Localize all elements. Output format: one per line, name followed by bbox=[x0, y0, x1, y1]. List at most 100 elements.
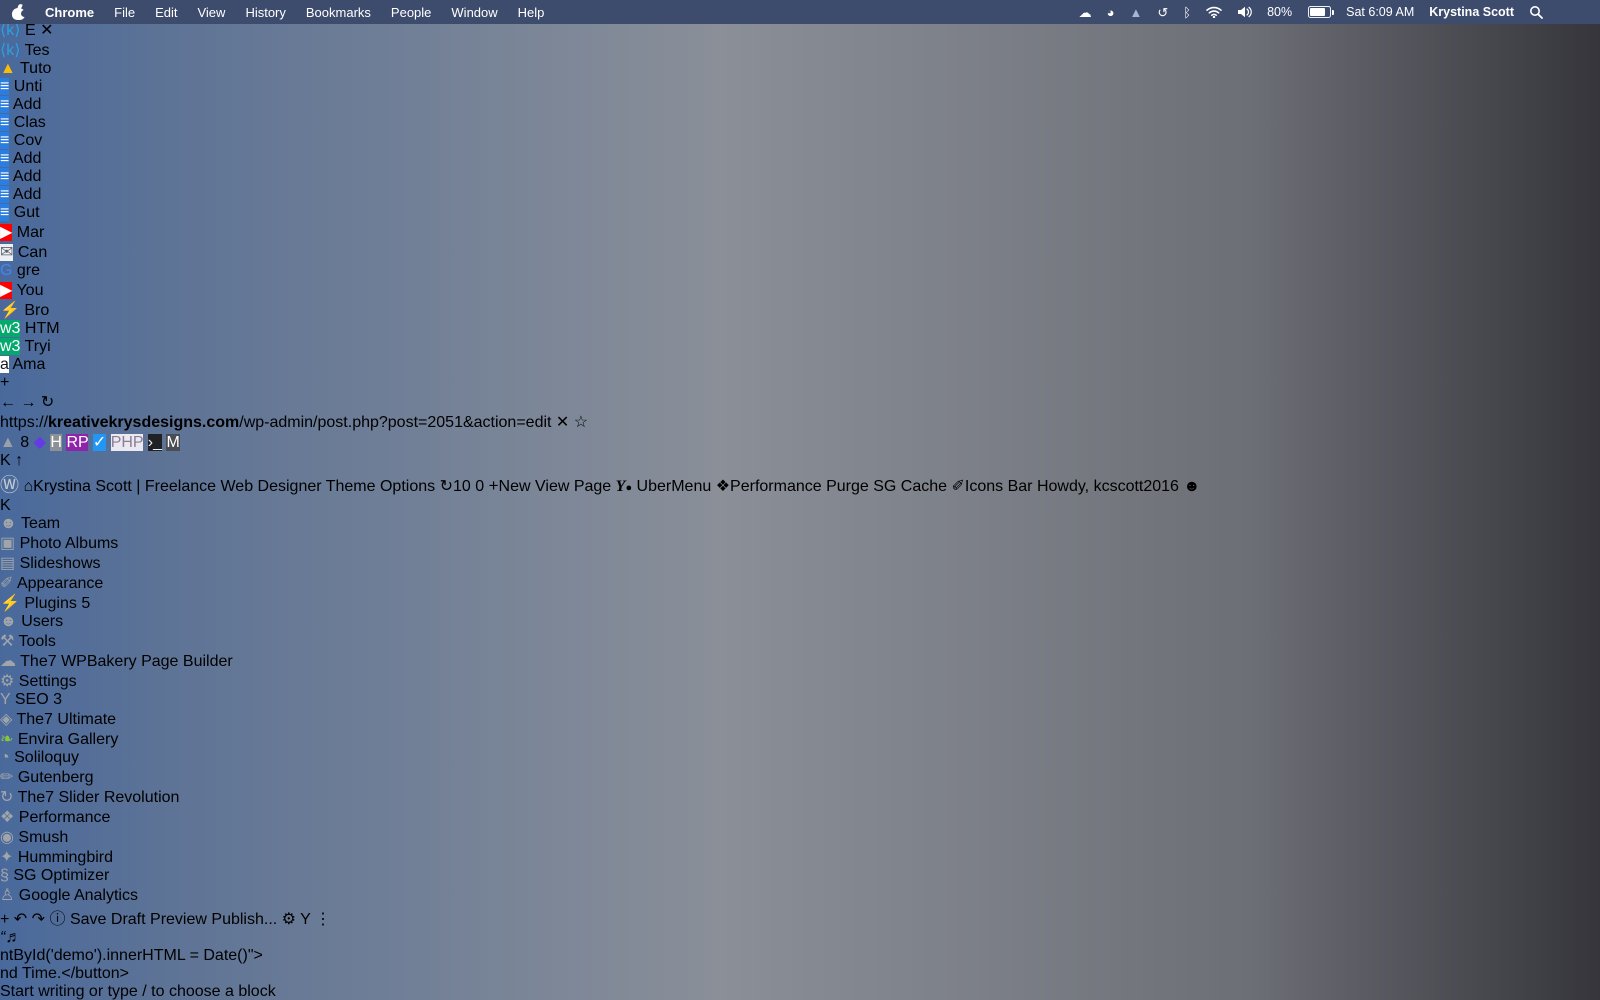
drive-extension-icon[interactable]: ▲ bbox=[0, 434, 20, 451]
browser-tab[interactable]: ≡ Add bbox=[0, 186, 1600, 204]
undo-button[interactable]: ↶ bbox=[14, 911, 27, 928]
block-placeholder-text[interactable]: Start writing or type / to choose a bloc… bbox=[0, 983, 1600, 1000]
sidebar-item-settings[interactable]: ⚙ Settings bbox=[0, 671, 1600, 691]
browser-tab[interactable]: w3 HTM bbox=[0, 320, 1600, 338]
browser-tab[interactable]: w3 Tryi bbox=[0, 338, 1600, 356]
browser-tab[interactable]: ≡ Add bbox=[0, 150, 1600, 168]
browser-tab[interactable]: a Ama bbox=[0, 356, 1600, 374]
browser-tab[interactable]: ▶ Mar bbox=[0, 222, 1600, 242]
settings-gear-button[interactable]: ⚙ bbox=[282, 911, 296, 928]
admin-bar-site-name[interactable]: ⌂Krystina Scott | Freelance Web Designer bbox=[23, 478, 321, 495]
sidebar-item-tools[interactable]: ⚒ Tools bbox=[0, 631, 1600, 651]
sidebar-item-slider-revolution[interactable]: ↻ The7 Slider Revolution bbox=[0, 787, 1600, 807]
sidebar-item-hummingbird[interactable]: ✦ Hummingbird bbox=[0, 847, 1600, 867]
browser-tab[interactable]: ≡ Gut bbox=[0, 204, 1600, 222]
menu-app-name[interactable]: Chrome bbox=[45, 5, 94, 20]
publish-button[interactable]: Publish... bbox=[211, 911, 277, 928]
admin-bar-performance[interactable]: ❖Performance bbox=[716, 478, 822, 495]
address-bar[interactable]: https://kreativekrysdesigns.com/wp-admin… bbox=[0, 412, 1600, 432]
browser-tab[interactable]: ✉ Can bbox=[0, 242, 1600, 262]
menu-item[interactable]: Bookmarks bbox=[306, 5, 371, 20]
apple-menu-icon[interactable] bbox=[12, 3, 28, 20]
adblock-extension-icon[interactable]: 8 bbox=[20, 434, 33, 451]
tab-close-icon[interactable]: ✕ bbox=[40, 22, 53, 39]
terminal-extension-icon[interactable]: ›_ bbox=[147, 434, 167, 451]
site-shield-icon[interactable]: ✕ bbox=[556, 414, 569, 431]
menu-item[interactable]: File bbox=[114, 5, 135, 20]
sidebar-item-users[interactable]: ☻ Users bbox=[0, 613, 1600, 631]
sidebar-item-google-analytics[interactable]: ♙ Google Analytics bbox=[0, 885, 1600, 905]
browser-profile-avatar[interactable]: K bbox=[0, 452, 11, 469]
add-block-button[interactable]: + bbox=[0, 911, 9, 928]
browser-tab[interactable]: ▶ You bbox=[0, 280, 1600, 300]
menu-bar-clock[interactable]: Sat 6:09 AM bbox=[1346, 5, 1414, 19]
back-button[interactable]: ← bbox=[0, 394, 16, 411]
admin-bar-purge-cache[interactable]: Purge SG Cache bbox=[826, 478, 947, 495]
spotlight-icon[interactable] bbox=[1529, 5, 1543, 19]
browser-tab[interactable]: ⟨k⟩ Tes bbox=[0, 40, 1600, 60]
time-machine-icon[interactable]: ↺ bbox=[1157, 6, 1168, 19]
admin-bar-new[interactable]: +New bbox=[489, 476, 531, 495]
admin-bar-theme-options[interactable]: Theme Options bbox=[326, 478, 435, 495]
menu-item[interactable]: Help bbox=[518, 5, 545, 20]
wifi-icon[interactable] bbox=[1206, 6, 1222, 18]
browser-tab[interactable]: ▲ Tuto bbox=[0, 60, 1600, 78]
new-tab-button[interactable]: + bbox=[0, 374, 9, 391]
adobe-status-icon[interactable]: ▲ bbox=[1130, 6, 1143, 19]
browser-tab[interactable]: ≡ Add bbox=[0, 96, 1600, 114]
menu-item[interactable]: People bbox=[391, 5, 431, 20]
wp-logo[interactable]: Ⓦ bbox=[0, 475, 19, 496]
admin-bar-comments[interactable]: 0 bbox=[475, 478, 484, 495]
menu-item[interactable]: Window bbox=[451, 5, 497, 20]
yoast-seo-button[interactable]: Y bbox=[300, 911, 310, 928]
sidebar-item-team[interactable]: ☻ Team bbox=[0, 515, 1600, 533]
siri-icon[interactable] bbox=[1558, 5, 1573, 20]
admin-bar-howdy[interactable]: Howdy, kcscott2016 bbox=[1037, 478, 1179, 495]
sidebar-item-gutenberg[interactable]: ✏ Gutenberg bbox=[0, 767, 1600, 787]
admin-bar-view-page[interactable]: View Page bbox=[535, 478, 611, 495]
audio-icon[interactable]: ♬ bbox=[5, 929, 21, 947]
sidebar-item-the7-ultimate[interactable]: ◈ The7 Ultimate bbox=[0, 709, 1600, 729]
sidebar-item-plugins[interactable]: ⚡ Plugins 5 bbox=[0, 593, 1600, 613]
url-text[interactable]: https://kreativekrysdesigns.com/wp-admin… bbox=[0, 414, 551, 431]
browser-tab[interactable]: ⚡ Bro bbox=[0, 300, 1600, 320]
creative-cloud-status-icon[interactable]: ◕ bbox=[1107, 6, 1115, 19]
content-structure-button[interactable]: ⓘ bbox=[50, 911, 66, 928]
check-extension-icon[interactable]: ✓ bbox=[92, 434, 111, 451]
rp-extension-icon[interactable]: RP bbox=[66, 434, 92, 451]
sidebar-item-slideshows[interactable]: ▤ Slideshows bbox=[0, 553, 1600, 573]
forward-button[interactable]: → bbox=[20, 394, 36, 411]
browser-tab[interactable]: ≡ Clas bbox=[0, 114, 1600, 132]
admin-bar-ubermenu[interactable]: UberMenu bbox=[637, 478, 712, 495]
code-block[interactable]: ntById('demo').innerHTML = Date()"> nd Ti… bbox=[0, 947, 1600, 983]
user-avatar[interactable]: ☻ bbox=[1183, 478, 1200, 495]
cloud-status-icon[interactable]: ☁ bbox=[1079, 6, 1092, 19]
more-options-button[interactable]: ⋮ bbox=[315, 911, 331, 928]
profile-bubble-k[interactable]: K bbox=[0, 497, 1600, 515]
php-extension-icon[interactable]: PHP bbox=[110, 434, 148, 451]
bookmark-star-icon[interactable]: ☆ bbox=[574, 414, 588, 431]
browser-tab[interactable]: ≡ Unti bbox=[0, 78, 1600, 96]
m-extension-icon[interactable]: M bbox=[166, 434, 180, 451]
browser-tab[interactable]: G gre bbox=[0, 262, 1600, 280]
sidebar-item-appearance[interactable]: ✐ Appearance bbox=[0, 573, 1600, 593]
sidebar-item-smush[interactable]: ◉ Smush bbox=[0, 827, 1600, 847]
sidebar-item-seo[interactable]: Y SEO 3 bbox=[0, 691, 1600, 709]
browser-tab[interactable]: ≡ Cov bbox=[0, 132, 1600, 150]
save-draft-button[interactable]: Save Draft bbox=[70, 911, 146, 928]
h-extension-icon[interactable]: H bbox=[50, 434, 66, 451]
sidebar-item-soliloquy[interactable]: ◔ Soliloquy bbox=[0, 749, 1600, 767]
admin-bar-icons-bar[interactable]: ✐Icons Bar bbox=[952, 478, 1033, 495]
browser-tab[interactable]: ≡ Add bbox=[0, 168, 1600, 186]
bluetooth-icon[interactable]: ᛒ bbox=[1183, 6, 1191, 19]
sidebar-item-wpbakery[interactable]: ☁ The7 WPBakery Page Builder bbox=[0, 651, 1600, 671]
volume-icon[interactable] bbox=[1237, 6, 1252, 18]
redo-button[interactable]: ↷ bbox=[32, 911, 45, 928]
diamond-extension-icon[interactable]: ◆ bbox=[34, 434, 51, 451]
menu-item[interactable]: History bbox=[245, 5, 285, 20]
admin-bar-updates[interactable]: ↻10 bbox=[440, 478, 471, 495]
sidebar-item-sg-optimizer[interactable]: § SG Optimizer bbox=[0, 867, 1600, 885]
sidebar-item-performance[interactable]: ❖ Performance bbox=[0, 807, 1600, 827]
admin-bar-yoast[interactable]: Y● bbox=[616, 478, 632, 495]
reload-button[interactable]: ↻ bbox=[41, 394, 54, 411]
